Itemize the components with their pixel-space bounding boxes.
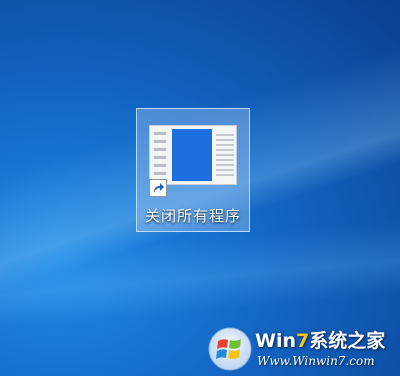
window-thumbnail-icon [149,125,237,185]
thumbnail-text-lines [216,134,234,179]
thumbnail-main-pane [172,129,212,181]
watermark-url: Www.Winwin7.com [257,354,375,368]
watermark: Win7系统之家 Www.Winwin7.com [205,320,400,376]
desktop-background[interactable]: 关闭所有程序 Win7系统之家 Www.Winwin7.com [0,0,400,376]
shortcut-arrow-icon [149,179,167,197]
watermark-title: Win7系统之家 [255,330,386,352]
desktop-shortcut-close-all-programs[interactable]: 关闭所有程序 [136,108,250,232]
shortcut-label: 关闭所有程序 [144,207,241,225]
thumbnail-sidebar [154,132,166,176]
windows-logo-icon [208,327,252,371]
